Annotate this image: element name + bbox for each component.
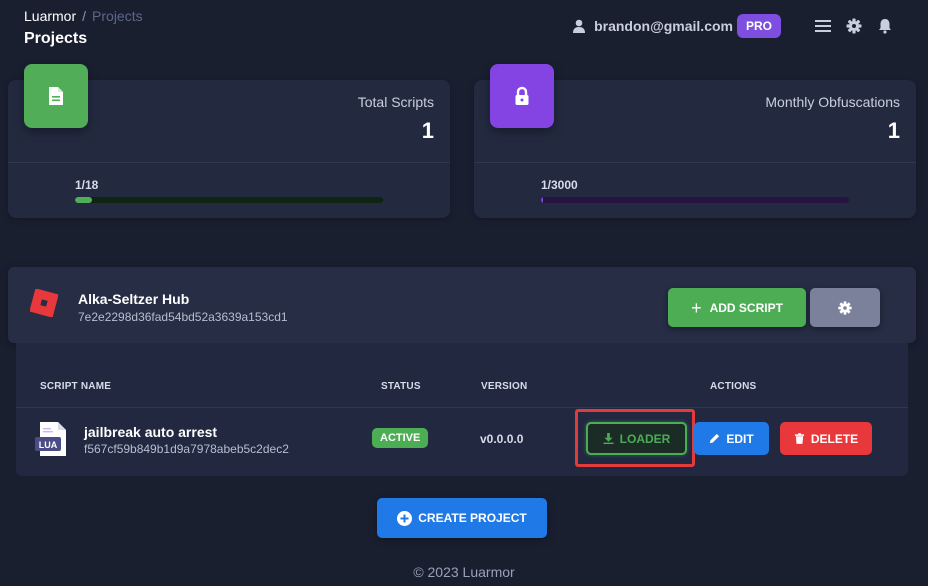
- scripts-progress-fill: [75, 197, 93, 203]
- pencil-icon: [710, 433, 720, 444]
- gear-icon: [838, 300, 852, 315]
- user-menu: brandon@gmail.com PRO: [572, 13, 894, 39]
- scripts-table: SCRIPT NAME STATUS VERSION ACTIONS LUA j…: [16, 343, 908, 476]
- edit-label: EDIT: [726, 431, 754, 446]
- file-icon: [49, 87, 63, 105]
- stat-progress-text: 1/18: [75, 178, 99, 192]
- column-header-actions: ACTIONS: [710, 381, 757, 392]
- lua-file-icon: LUA: [35, 422, 66, 456]
- project-id: 7e2e2298d36fad54bd52a3639a153cd1: [78, 310, 288, 324]
- create-project-label: CREATE PROJECT: [418, 511, 527, 525]
- footer-copyright: © 2023 Luarmor: [413, 564, 515, 580]
- gear-icon[interactable]: [845, 17, 863, 35]
- project-header: Alka-Seltzer Hub 7e2e2298d36fad54bd52a36…: [8, 267, 916, 343]
- divider: [474, 162, 916, 163]
- obfuscations-progress-fill: [541, 197, 544, 203]
- loader-label: LOADER: [619, 431, 671, 446]
- lua-icon-text: LUA: [39, 440, 58, 450]
- script-id: f567cf59b849b1d9a7978abeb5c2dec2: [84, 442, 289, 456]
- menu-icon[interactable]: [814, 17, 832, 35]
- divider: [8, 162, 450, 163]
- project-settings-button[interactable]: [810, 288, 880, 327]
- add-script-label: ADD SCRIPT: [709, 300, 783, 315]
- delete-label: DELETE: [810, 431, 859, 446]
- user-icon: [573, 19, 586, 33]
- page-title: Projects: [24, 30, 88, 47]
- column-header-status: STATUS: [381, 381, 421, 392]
- obfuscations-icon-box: [490, 64, 554, 128]
- pro-badge: PRO: [736, 14, 781, 38]
- download-icon: [603, 433, 614, 444]
- status-badge: ACTIVE: [372, 428, 429, 448]
- roblox-icon: [30, 289, 58, 317]
- monthly-obfuscations-card: Monthly Obfuscations 1 1/3000: [474, 64, 916, 218]
- divider: [16, 407, 908, 408]
- obfuscations-progress-bar: [541, 197, 849, 203]
- delete-button[interactable]: DELETE: [780, 422, 872, 455]
- breadcrumb-root-link[interactable]: Luarmor: [24, 8, 76, 24]
- breadcrumb: Luarmor / Projects: [24, 8, 143, 24]
- scripts-progress-bar: [75, 197, 383, 203]
- lock-icon: [515, 86, 529, 105]
- edit-button[interactable]: EDIT: [694, 422, 769, 455]
- column-header-version: VERSION: [481, 381, 528, 392]
- project-name: Alka-Seltzer Hub: [78, 291, 190, 307]
- user-email[interactable]: brandon@gmail.com: [594, 18, 733, 34]
- total-scripts-icon-box: [24, 64, 88, 128]
- add-script-button[interactable]: + ADD SCRIPT: [668, 288, 806, 327]
- total-scripts-card: Total Scripts 1 1/18: [8, 64, 450, 218]
- stat-value: 1: [421, 118, 434, 143]
- plus-circle-icon: [397, 510, 413, 526]
- stat-label: Monthly Obfuscations: [765, 94, 900, 110]
- stat-label: Total Scripts: [357, 94, 434, 110]
- trash-icon: [794, 433, 804, 444]
- plus-icon: +: [691, 297, 702, 318]
- stat-value: 1: [887, 118, 900, 143]
- create-project-button[interactable]: CREATE PROJECT: [377, 498, 547, 538]
- bell-icon[interactable]: [876, 17, 894, 35]
- script-version: v0.0.0.0: [480, 432, 524, 446]
- stat-progress-text: 1/3000: [541, 178, 578, 192]
- loader-button[interactable]: LOADER: [586, 422, 687, 455]
- script-name: jailbreak auto arrest: [84, 424, 218, 440]
- column-header-script-name: SCRIPT NAME: [40, 381, 112, 392]
- breadcrumb-current: Projects: [92, 8, 143, 24]
- breadcrumb-separator: /: [82, 8, 87, 24]
